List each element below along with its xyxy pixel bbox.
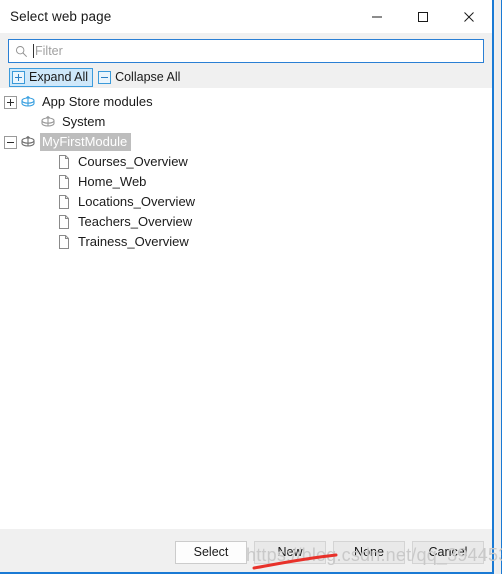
- page-document-icon: [56, 154, 72, 170]
- page-document-icon: [59, 175, 69, 189]
- tree-expander-spacer: [40, 216, 53, 229]
- close-icon: [464, 11, 474, 22]
- tree-node-label: MyFirstModule: [40, 133, 132, 151]
- collapse-all-label: Collapse All: [115, 70, 181, 84]
- module-package-icon: [40, 114, 56, 130]
- tree-node-label: Courses_Overview: [78, 154, 188, 169]
- select-button[interactable]: Select: [175, 540, 247, 564]
- tree-node-label: App Store modules: [42, 94, 153, 109]
- page-document-icon: [56, 214, 72, 230]
- module-package-icon: [20, 94, 36, 110]
- tree-expander-spacer: [40, 176, 53, 189]
- select-web-page-dialog: Select web page Filter Expand All Collap…: [0, 0, 494, 574]
- module-package-icon: [21, 135, 35, 147]
- expand-collapse-toolbar: Expand All Collapse All: [8, 66, 484, 88]
- page-document-icon: [59, 195, 69, 209]
- expand-all-button[interactable]: Expand All: [9, 67, 94, 87]
- module-package-icon: [41, 115, 55, 127]
- toolbar-area: Filter Expand All Collapse All: [0, 33, 492, 88]
- cancel-button[interactable]: Cancel: [412, 540, 484, 564]
- tree-node[interactable]: Home_Web: [0, 172, 492, 192]
- page-document-icon: [56, 234, 72, 250]
- tree-expander-spacer: [40, 236, 53, 249]
- dialog-button-bar: Select New None Cancel: [0, 529, 492, 574]
- close-button[interactable]: [446, 0, 492, 33]
- tree-node-label: Trainess_Overview: [78, 234, 189, 249]
- expand-all-label: Expand All: [29, 70, 89, 84]
- search-icon: [16, 45, 28, 57]
- page-document-icon: [56, 194, 72, 210]
- collapse-all-button[interactable]: Collapse All: [95, 68, 185, 87]
- tree-node[interactable]: Courses_Overview: [0, 152, 492, 172]
- window-title: Select web page: [10, 9, 112, 24]
- page-document-icon: [59, 215, 69, 229]
- minus-box-icon: [98, 70, 112, 84]
- tree-expander-spacer: [24, 116, 37, 129]
- filter-input[interactable]: Filter: [35, 45, 63, 58]
- window-controls: [354, 0, 492, 33]
- page-tree[interactable]: App Store modules System MyFirstModule Cour…: [0, 88, 492, 529]
- tree-expander-minus-icon[interactable]: [4, 135, 17, 149]
- filter-field-wrapper[interactable]: Filter: [8, 39, 484, 63]
- page-document-icon: [56, 174, 72, 190]
- maximize-button[interactable]: [400, 0, 446, 33]
- tree-node[interactable]: MyFirstModule: [0, 132, 492, 152]
- minimize-icon: [372, 16, 382, 17]
- maximize-icon: [418, 11, 428, 22]
- tree-node[interactable]: Teachers_Overview: [0, 212, 492, 232]
- tree-node[interactable]: App Store modules: [0, 92, 492, 112]
- tree-node-label: System: [62, 114, 106, 129]
- page-document-icon: [59, 155, 69, 169]
- module-package-icon: [20, 134, 36, 150]
- tree-node[interactable]: Locations_Overview: [0, 192, 492, 212]
- tree-expander-spacer: [40, 196, 53, 209]
- plus-box-icon: [12, 70, 25, 84]
- none-button[interactable]: None: [333, 540, 405, 564]
- tree-node-label: Locations_Overview: [78, 194, 196, 209]
- screenshot-root: Select web page Filter Expand All Collap…: [0, 0, 502, 574]
- text-caret: [33, 44, 34, 58]
- tree-node[interactable]: System: [0, 112, 492, 132]
- page-document-icon: [59, 235, 69, 249]
- module-package-icon: [21, 95, 35, 107]
- tree-node-label: Home_Web: [78, 174, 147, 189]
- tree-expander-plus-icon[interactable]: [4, 95, 17, 109]
- tree-node[interactable]: Trainess_Overview: [0, 232, 492, 252]
- title-bar: Select web page: [0, 0, 492, 33]
- window-right-gutter: [496, 0, 502, 574]
- minimize-button[interactable]: [354, 0, 400, 33]
- tree-node-label: Teachers_Overview: [78, 214, 193, 229]
- new-button[interactable]: New: [254, 540, 326, 564]
- tree-expander-spacer: [40, 156, 53, 169]
